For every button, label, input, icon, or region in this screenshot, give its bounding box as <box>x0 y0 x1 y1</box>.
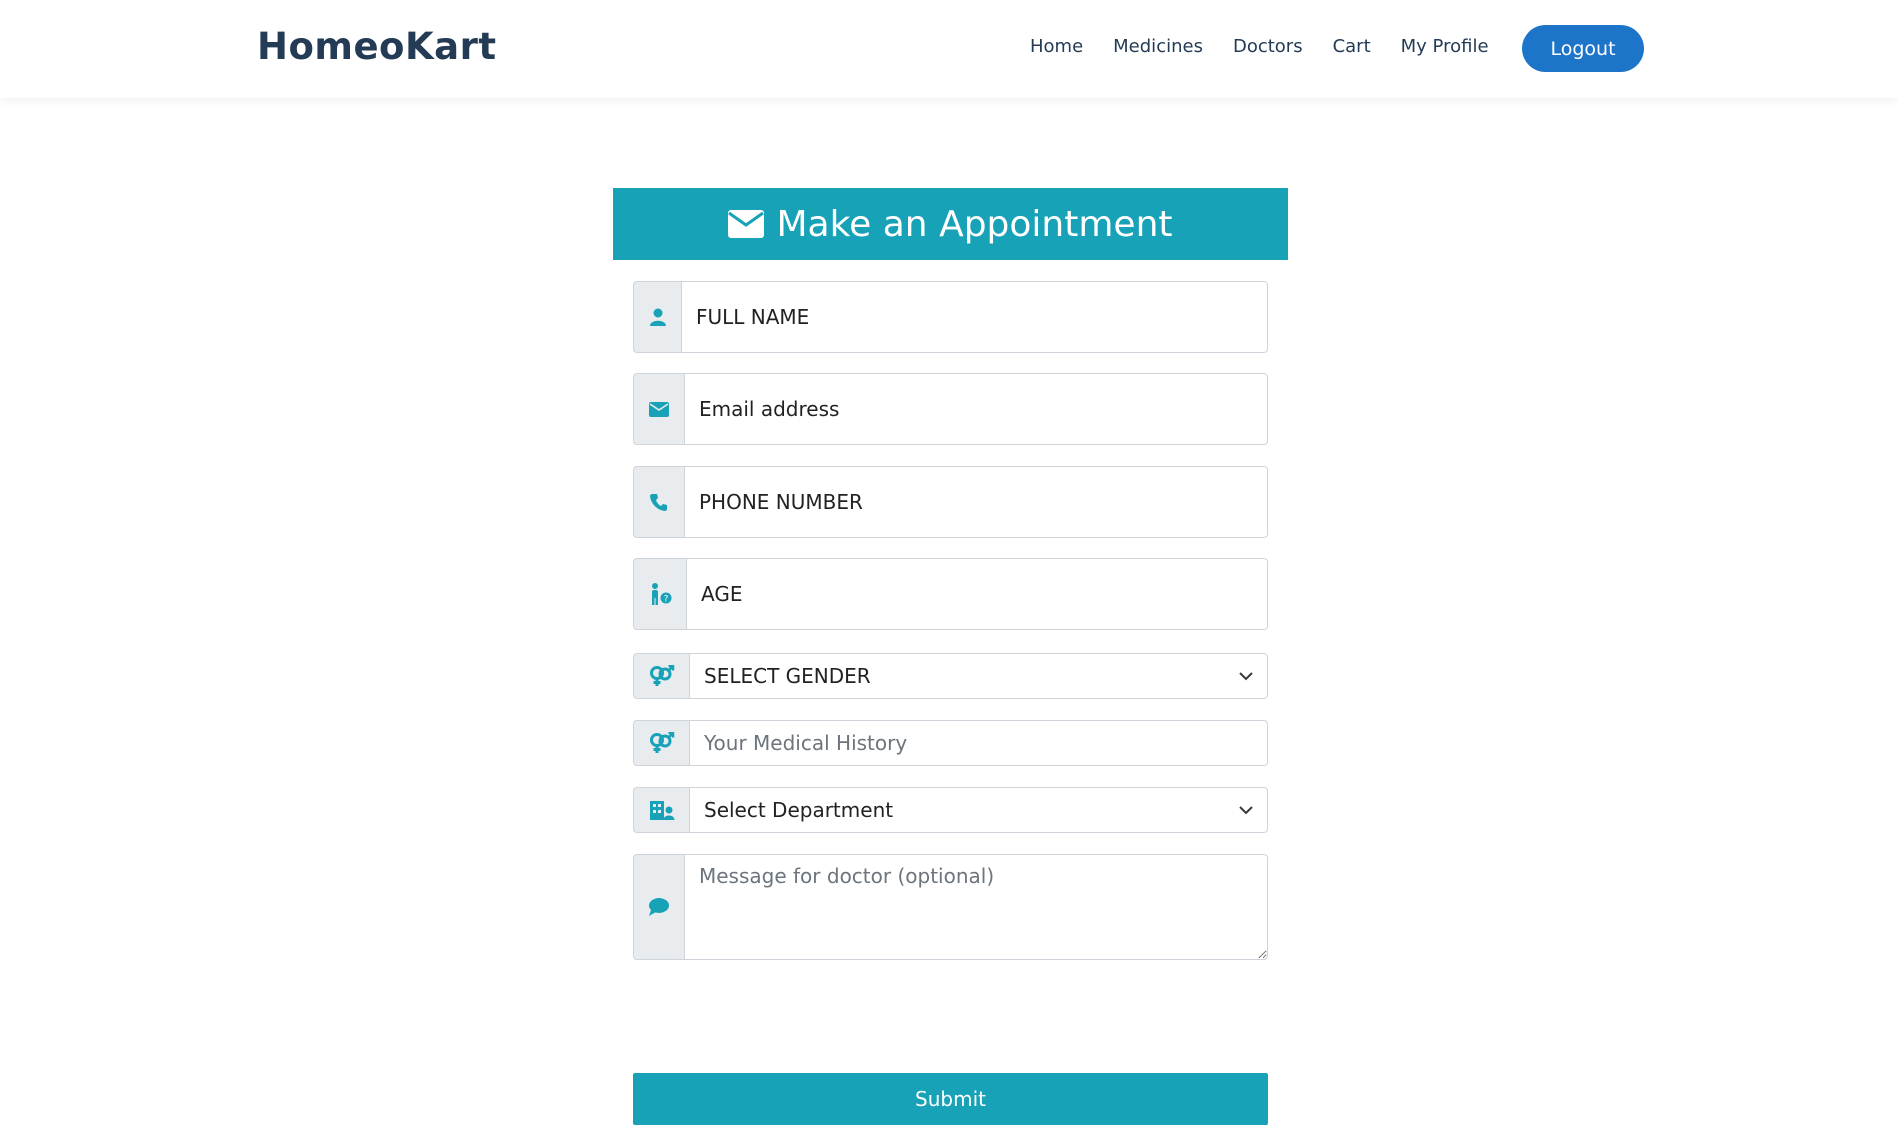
brand-logo[interactable]: HomeoKart <box>257 25 497 68</box>
chevron-down-icon <box>1239 671 1253 680</box>
user-icon <box>633 281 681 353</box>
navbar: HomeoKart Home Medicines Doctors Cart My… <box>0 0 1898 98</box>
logout-button[interactable]: Logout <box>1522 25 1644 72</box>
age-group: ? <box>633 558 1268 630</box>
nav-medicines[interactable]: Medicines <box>1113 36 1203 57</box>
department-group: Select Department <box>633 787 1268 833</box>
nav-my-profile[interactable]: My Profile <box>1401 36 1489 57</box>
age-input[interactable] <box>686 558 1268 630</box>
child-icon: ? <box>633 558 686 630</box>
phone-input[interactable] <box>684 466 1268 538</box>
appointment-form: Make an Appointment FULL NAME Email addr… <box>613 188 1288 1125</box>
message-group <box>633 854 1268 960</box>
envelope-icon <box>633 373 684 445</box>
form-title: Make an Appointment <box>776 203 1173 245</box>
full-name-group <box>633 281 1268 353</box>
chevron-down-icon <box>1239 805 1253 814</box>
nav-home[interactable]: Home <box>1030 36 1083 57</box>
phone-icon <box>633 466 684 538</box>
full-name-input[interactable] <box>681 281 1268 353</box>
gender-select[interactable]: SELECT GENDER <box>689 653 1268 699</box>
email-input[interactable] <box>684 373 1268 445</box>
department-select[interactable]: Select Department <box>689 787 1268 833</box>
nav-links: Home Medicines Doctors Cart My Profile <box>1030 36 1519 57</box>
gender-select-value: SELECT GENDER <box>704 664 871 688</box>
gender-group: SELECT GENDER <box>633 653 1268 699</box>
hospital-user-icon <box>633 787 689 833</box>
phone-group <box>633 466 1268 538</box>
form-header: Make an Appointment <box>613 188 1288 260</box>
department-select-value: Select Department <box>704 798 894 822</box>
envelope-icon <box>728 210 765 238</box>
comment-icon <box>633 854 684 960</box>
email-group <box>633 373 1268 445</box>
venus-mars-icon <box>633 720 689 766</box>
submit-button[interactable]: Submit <box>633 1073 1268 1125</box>
svg-text:?: ? <box>664 595 669 605</box>
nav-cart[interactable]: Cart <box>1333 36 1371 57</box>
medical-history-input[interactable] <box>689 720 1268 766</box>
nav-doctors[interactable]: Doctors <box>1233 36 1303 57</box>
medical-history-group <box>633 720 1268 766</box>
venus-mars-icon <box>633 653 689 699</box>
message-textarea[interactable] <box>684 854 1268 960</box>
